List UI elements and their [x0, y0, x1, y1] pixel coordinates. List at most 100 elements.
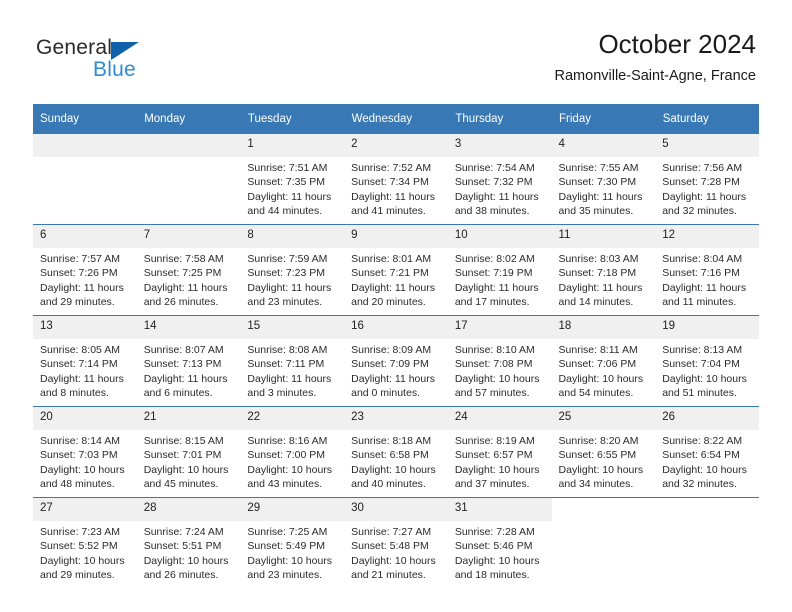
weekday-header-thursday: Thursday: [447, 104, 553, 134]
day-sun-info: Sunrise: 7:59 AM Sunset: 7:23 PM Daylight:…: [240, 248, 344, 310]
calendar-week-row: 20 Sunrise: 8:14 AM Sunset: 7:03 PM Dayligh…: [33, 406, 759, 498]
day-cell[interactable]: 10 Sunrise: 8:02 AM Sunset: 7:19 PM Dayligh…: [447, 225, 552, 315]
day-sun-info: Sunrise: 7:56 AM Sunset: 7:28 PM Daylight:…: [655, 157, 759, 219]
logo-general-blue[interactable]: General Blue: [36, 36, 206, 88]
sunset-text: Sunset: 5:48 PM: [351, 540, 429, 553]
day-cell[interactable]: 30 Sunrise: 7:27 AM Sunset: 5:48 PM Dayligh…: [344, 498, 448, 588]
calendar-cell: 16 Sunrise: 8:09 AM Sunset: 7:09 PM Dayligh…: [344, 315, 448, 407]
daylight-text-line1: Daylight: 11 hours: [247, 372, 332, 385]
day-number: 24: [447, 407, 552, 430]
sunset-text: Sunset: 6:54 PM: [662, 449, 740, 462]
sunset-text: Sunset: 7:03 PM: [40, 449, 118, 462]
calendar-cell: 12 Sunrise: 8:04 AM Sunset: 7:16 PM Dayligh…: [655, 224, 759, 316]
daylight-text-line2: and 32 minutes.: [662, 478, 737, 491]
page-subtitle: Ramonville-Saint-Agne, France: [554, 68, 756, 84]
day-cell[interactable]: 29 Sunrise: 7:25 AM Sunset: 5:49 PM Dayligh…: [240, 498, 345, 588]
day-number: [136, 134, 241, 157]
day-cell[interactable]: 17 Sunrise: 8:10 AM Sunset: 7:08 PM Dayligh…: [447, 316, 552, 406]
day-cell[interactable]: 7 Sunrise: 7:58 AM Sunset: 7:25 PM Daylight…: [136, 225, 241, 315]
sunset-text: Sunset: 7:30 PM: [558, 176, 637, 189]
sunset-text: Sunset: 7:23 PM: [247, 267, 326, 280]
calendar-cell: 26 Sunrise: 8:22 AM Sunset: 6:54 PM Dayligh…: [655, 406, 759, 498]
sunrise-text: Sunrise: 7:55 AM: [558, 162, 639, 174]
daylight-text-line1: Daylight: 10 hours: [247, 554, 333, 567]
daylight-text-line2: and 29 minutes.: [40, 296, 115, 309]
day-sun-info: Sunrise: 7:28 AM Sunset: 5:46 PM Daylight:…: [448, 521, 552, 583]
sunset-text: Sunset: 7:06 PM: [558, 358, 637, 371]
day-cell[interactable]: 18 Sunrise: 8:11 AM Sunset: 7:06 PM Dayligh…: [551, 316, 656, 406]
weekday-header-monday: Monday: [136, 104, 241, 134]
day-cell[interactable]: 24 Sunrise: 8:19 AM Sunset: 6:57 PM Dayligh…: [447, 407, 552, 497]
calendar-cell: 22 Sunrise: 8:16 AM Sunset: 7:00 PM Dayligh…: [240, 406, 345, 498]
sunset-text: Sunset: 6:55 PM: [558, 449, 637, 462]
day-number: 29: [240, 498, 345, 521]
sunrise-text: Sunrise: 8:15 AM: [143, 435, 224, 447]
sunset-text: Sunset: 7:14 PM: [40, 358, 118, 371]
logo-text-blue: Blue: [93, 58, 136, 81]
day-cell[interactable]: 19 Sunrise: 8:13 AM Sunset: 7:04 PM Dayligh…: [655, 316, 759, 406]
daylight-text-line1: Daylight: 11 hours: [40, 372, 124, 385]
day-cell[interactable]: 5 Sunrise: 7:56 AM Sunset: 7:28 PM Daylight…: [655, 134, 759, 224]
sunset-text: Sunset: 5:46 PM: [454, 540, 533, 553]
day-cell[interactable]: 21 Sunrise: 8:15 AM Sunset: 7:01 PM Dayligh…: [136, 407, 241, 497]
day-cell[interactable]: 6 Sunrise: 7:57 AM Sunset: 7:26 PM Daylight…: [33, 225, 137, 315]
day-sun-info: Sunrise: 8:15 AM Sunset: 7:01 PM Daylight:…: [137, 430, 241, 492]
daylight-text-line2: and 8 minutes.: [40, 387, 109, 400]
day-cell[interactable]: 22 Sunrise: 8:16 AM Sunset: 7:00 PM Dayligh…: [240, 407, 345, 497]
sunset-text: Sunset: 7:26 PM: [40, 267, 118, 280]
daylight-text-line2: and 18 minutes.: [454, 569, 530, 582]
day-number: [33, 134, 137, 157]
sunrise-text: Sunrise: 8:22 AM: [662, 435, 743, 447]
day-cell[interactable]: 31 Sunrise: 7:28 AM Sunset: 5:46 PM Dayligh…: [447, 498, 552, 588]
sunrise-text: Sunrise: 8:13 AM: [662, 344, 743, 356]
day-cell[interactable]: 3 Sunrise: 7:54 AM Sunset: 7:32 PM Daylight…: [447, 134, 552, 224]
daylight-text-line2: and 37 minutes.: [454, 478, 530, 491]
day-cell[interactable]: 8 Sunrise: 7:59 AM Sunset: 7:23 PM Daylight…: [240, 225, 345, 315]
day-cell[interactable]: 11 Sunrise: 8:03 AM Sunset: 7:18 PM Dayligh…: [551, 225, 656, 315]
day-sun-info: Sunrise: 7:54 AM Sunset: 7:32 PM Daylight:…: [448, 157, 552, 219]
sunrise-text: Sunrise: 7:27 AM: [351, 526, 432, 538]
sunset-text: Sunset: 5:51 PM: [143, 540, 222, 553]
sunrise-text: Sunrise: 8:05 AM: [40, 344, 120, 356]
day-cell[interactable]: 16 Sunrise: 8:09 AM Sunset: 7:09 PM Dayligh…: [344, 316, 448, 406]
daylight-text-line2: and 29 minutes.: [40, 569, 115, 582]
day-cell[interactable]: 27 Sunrise: 7:23 AM Sunset: 5:52 PM Dayligh…: [33, 498, 137, 588]
daylight-text-line2: and 43 minutes.: [247, 478, 323, 491]
day-cell[interactable]: 1 Sunrise: 7:51 AM Sunset: 7:35 PM Daylight…: [240, 134, 345, 224]
calendar-body: 1 Sunrise: 7:51 AM Sunset: 7:35 PM Daylight…: [33, 134, 759, 588]
day-cell[interactable]: 15 Sunrise: 8:08 AM Sunset: 7:11 PM Dayligh…: [240, 316, 345, 406]
sunset-text: Sunset: 7:28 PM: [662, 176, 740, 189]
sunrise-text: Sunrise: 8:11 AM: [558, 344, 638, 356]
day-cell[interactable]: 12 Sunrise: 8:04 AM Sunset: 7:16 PM Dayligh…: [655, 225, 759, 315]
weekday-header-tuesday: Tuesday: [240, 104, 345, 134]
daylight-text-line1: Daylight: 10 hours: [454, 463, 540, 476]
day-cell[interactable]: 14 Sunrise: 8:07 AM Sunset: 7:13 PM Dayligh…: [136, 316, 241, 406]
day-cell[interactable]: 26 Sunrise: 8:22 AM Sunset: 6:54 PM Dayligh…: [655, 407, 759, 497]
day-cell[interactable]: 20 Sunrise: 8:14 AM Sunset: 7:03 PM Dayligh…: [33, 407, 137, 497]
calendar-cell: 14 Sunrise: 8:07 AM Sunset: 7:13 PM Dayligh…: [136, 315, 241, 407]
day-cell[interactable]: 9 Sunrise: 8:01 AM Sunset: 7:21 PM Daylight…: [344, 225, 448, 315]
day-sun-info: Sunrise: 8:22 AM Sunset: 6:54 PM Daylight:…: [655, 430, 759, 492]
sunset-text: Sunset: 6:57 PM: [454, 449, 533, 462]
day-cell[interactable]: 4 Sunrise: 7:55 AM Sunset: 7:30 PM Daylight…: [551, 134, 656, 224]
day-cell[interactable]: 13 Sunrise: 8:05 AM Sunset: 7:14 PM Dayligh…: [33, 316, 137, 406]
sunrise-text: Sunrise: 8:04 AM: [662, 253, 743, 265]
day-cell[interactable]: 25 Sunrise: 8:20 AM Sunset: 6:55 PM Dayligh…: [551, 407, 656, 497]
sunset-text: Sunset: 7:25 PM: [143, 267, 222, 280]
sunrise-text: Sunrise: 8:14 AM: [40, 435, 120, 447]
day-cell[interactable]: 2 Sunrise: 7:52 AM Sunset: 7:34 PM Daylight…: [344, 134, 448, 224]
day-number: 11: [551, 225, 656, 248]
day-cell[interactable]: 23 Sunrise: 8:18 AM Sunset: 6:58 PM Dayligh…: [344, 407, 448, 497]
calendar-header-row: Sunday Monday Tuesday Wednesday Thursday…: [33, 104, 760, 134]
daylight-text-line2: and 45 minutes.: [143, 478, 219, 491]
calendar-cell: 18 Sunrise: 8:11 AM Sunset: 7:06 PM Dayligh…: [551, 315, 656, 407]
day-number: 13: [33, 316, 137, 339]
day-cell-empty: [655, 498, 759, 588]
sunrise-text: Sunrise: 7:56 AM: [662, 162, 743, 174]
calendar-cell: 20 Sunrise: 8:14 AM Sunset: 7:03 PM Dayligh…: [33, 406, 137, 498]
calendar-cell: 6 Sunrise: 7:57 AM Sunset: 7:26 PM Daylight…: [33, 224, 137, 316]
calendar-cell: 4 Sunrise: 7:55 AM Sunset: 7:30 PM Daylight…: [551, 134, 656, 225]
sunrise-text: Sunrise: 7:28 AM: [454, 526, 535, 538]
daylight-text-line1: Daylight: 11 hours: [247, 281, 332, 294]
day-cell[interactable]: 28 Sunrise: 7:24 AM Sunset: 5:51 PM Dayligh…: [136, 498, 241, 588]
